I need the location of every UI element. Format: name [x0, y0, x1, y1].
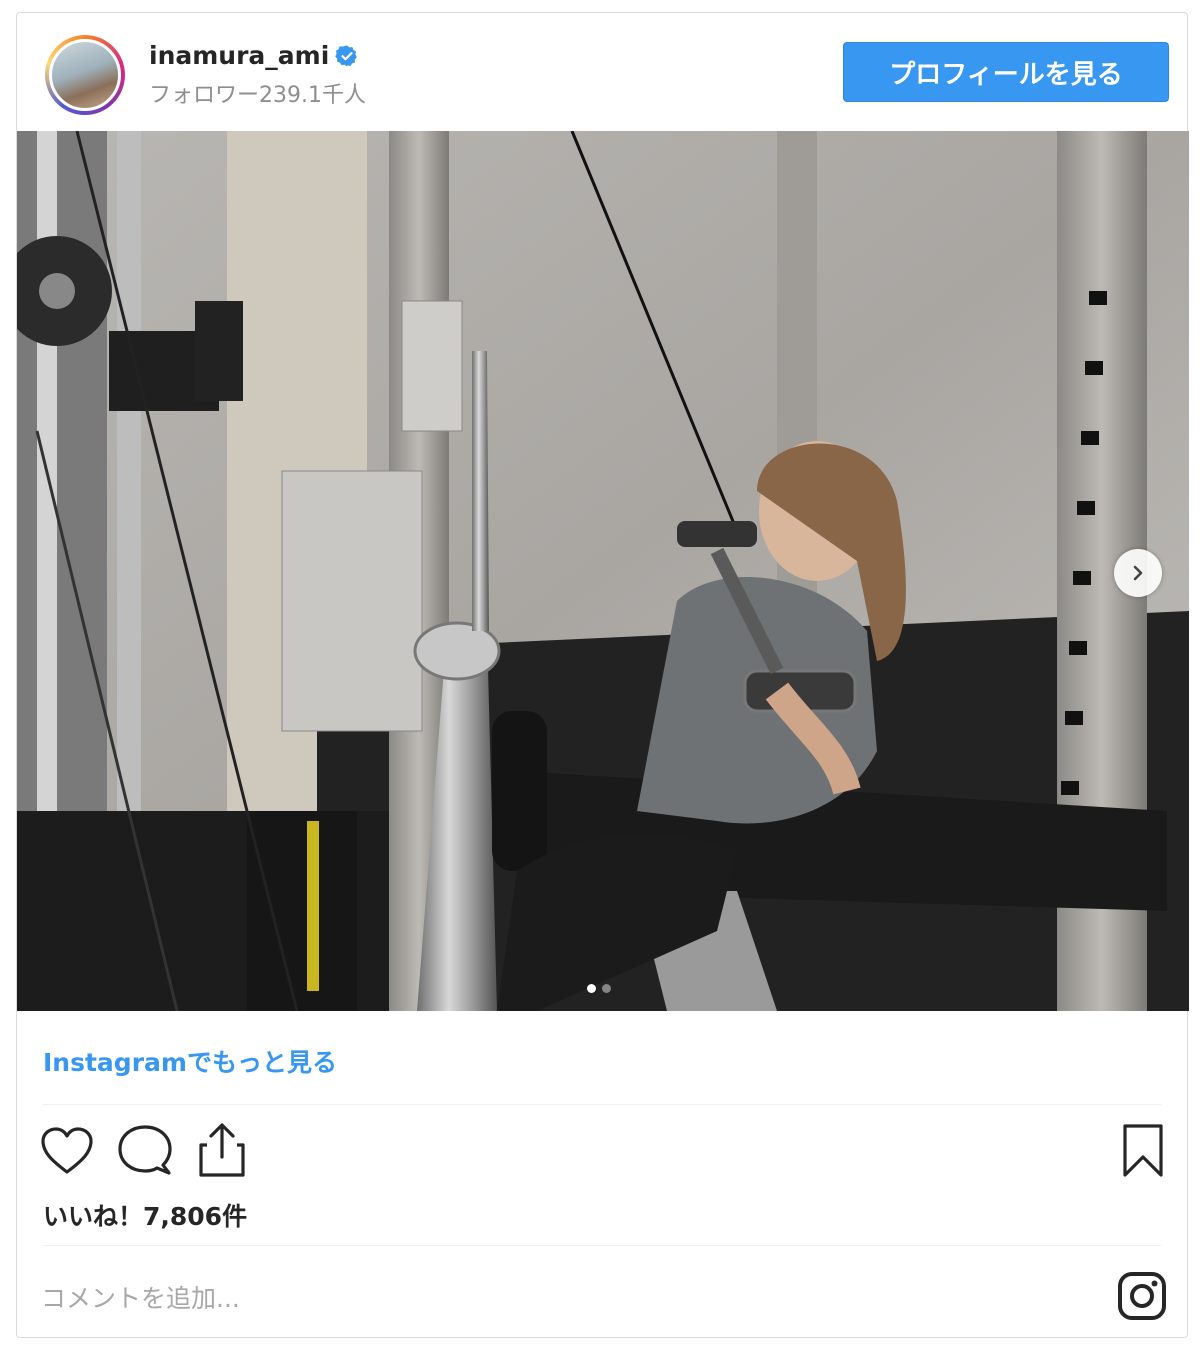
divider [43, 1104, 1161, 1105]
follower-count: フォロワー239.1千人 [149, 83, 366, 108]
carousel-dot [602, 984, 611, 993]
avatar-image [49, 39, 121, 111]
post-photo[interactable] [17, 131, 1189, 1011]
instagram-embed-card: inamura_ami フォロワー239.1千人 プロフィールを見る Insta… [16, 12, 1189, 1338]
bookmark-icon[interactable] [1121, 1123, 1165, 1179]
like-count: いいね！7,806件 [43, 1202, 248, 1231]
carousel-dot-active [587, 984, 596, 993]
comment-icon[interactable] [117, 1123, 173, 1179]
avatar[interactable] [45, 35, 125, 115]
share-icon[interactable] [195, 1121, 249, 1179]
view-more-on-instagram-link[interactable]: Instagramでもっと見る [43, 1043, 337, 1079]
instagram-icon[interactable] [1117, 1271, 1167, 1321]
verified-icon [335, 45, 357, 67]
add-comment-field[interactable]: コメントを追加... [41, 1279, 240, 1315]
carousel-next-button[interactable] [1114, 549, 1162, 597]
chevron-right-icon [1133, 565, 1143, 581]
username[interactable]: inamura_ami [149, 41, 329, 70]
divider [43, 1245, 1161, 1246]
gym-photo-illustration [17, 131, 1189, 1011]
view-profile-button[interactable]: プロフィールを見る [843, 42, 1169, 102]
heart-icon[interactable] [39, 1125, 95, 1177]
carousel-indicator [587, 984, 611, 993]
